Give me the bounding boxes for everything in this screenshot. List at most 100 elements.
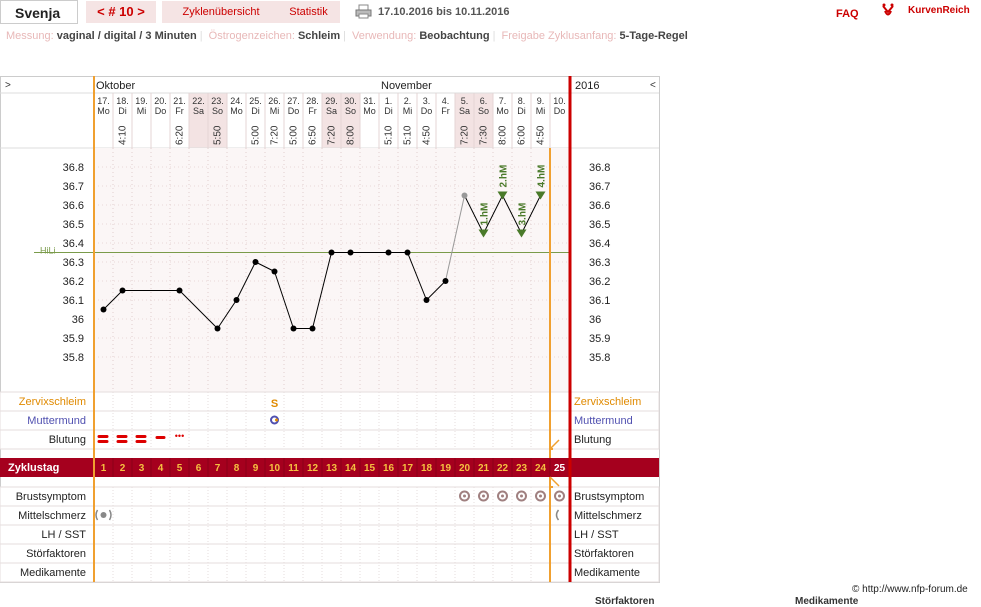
obs-row-label: LH / SST <box>41 529 86 541</box>
year-label: 2016 <box>575 80 599 92</box>
high-mark-label: 3.hM <box>518 203 529 226</box>
breast-symptom-dot-icon <box>463 494 466 498</box>
y-tick-left: 36 <box>72 314 84 326</box>
obs-row-label-right: Blutung <box>574 434 611 446</box>
day-weekday: Do <box>421 106 433 116</box>
obs-row <box>0 410 660 431</box>
obs-row-label: Zervixschleim <box>19 396 86 408</box>
breast-symptom-dot-icon <box>558 494 561 498</box>
day-date: 7. <box>499 96 507 106</box>
obs-row-label: Mittelschmerz <box>18 510 86 522</box>
cycle-day-number: 17 <box>402 463 414 474</box>
day-weekday: Sa <box>326 106 337 116</box>
day-weekday: Di <box>118 106 127 116</box>
measure-time: 6:20 <box>175 125 186 145</box>
cycle-day-number: 13 <box>326 463 338 474</box>
cycle-day-number: 25 <box>554 463 566 474</box>
y-tick-left: 36.5 <box>63 219 84 231</box>
copyright: © http://www.nfp-forum.de <box>852 584 968 595</box>
measure-time: 7:20 <box>460 125 471 145</box>
cycle-day-number: 6 <box>196 463 202 474</box>
day-date: 27. <box>287 96 300 106</box>
temp-point <box>176 287 183 294</box>
y-tick-left: 35.8 <box>63 352 84 364</box>
breast-symptom-dot-icon <box>539 494 542 498</box>
obs-row <box>0 391 660 412</box>
day-weekday: Do <box>155 106 167 116</box>
day-date: 2. <box>404 96 412 106</box>
cycle-day-number: 18 <box>421 463 433 474</box>
temp-point <box>252 259 259 265</box>
y-tick-right: 35.8 <box>589 352 610 364</box>
day-weekday: Mo <box>97 106 110 116</box>
day-date: 5. <box>461 96 469 106</box>
bleeding-medium-icon <box>155 436 166 439</box>
cycle-day-number: 21 <box>478 463 490 474</box>
day-weekday: Mo <box>496 106 509 116</box>
cycle-day-number: 12 <box>307 463 319 474</box>
breast-symptom-dot-icon <box>501 494 504 498</box>
measure-time: 5:50 <box>213 125 224 145</box>
month-label: November <box>381 80 432 92</box>
temp-point <box>461 192 468 199</box>
day-date: 8. <box>518 96 526 106</box>
day-date: 28. <box>306 96 319 106</box>
temp-point <box>347 249 354 256</box>
high-mark-label: 4.hM <box>537 165 548 188</box>
day-date: 19. <box>135 96 148 106</box>
cycle-day-number: 14 <box>345 463 357 474</box>
y-tick-right: 36.2 <box>589 276 610 288</box>
y-tick-left: 36.3 <box>63 257 84 269</box>
breast-symptom-dot-icon <box>482 494 485 498</box>
midpain-icon <box>100 512 107 518</box>
obs-row-label-right: Zervixschleim <box>574 396 641 408</box>
day-weekday: Do <box>288 106 300 116</box>
measure-time: 6:00 <box>517 125 528 145</box>
day-date: 30. <box>344 96 357 106</box>
temp-point <box>309 325 316 332</box>
day-date: 22. <box>192 96 205 106</box>
y-tick-right: 36.6 <box>589 200 610 212</box>
obs-row-label-right: Mittelschmerz <box>574 510 642 522</box>
day-date: 3. <box>423 96 431 106</box>
cycle-day-number: 8 <box>234 463 240 474</box>
day-date: 26. <box>268 96 281 106</box>
day-date: 4. <box>442 96 450 106</box>
cycle-day-number: 11 <box>288 463 299 474</box>
cycle-day-number: 3 <box>139 463 145 474</box>
temp-point <box>214 325 221 332</box>
cover-line-label: HiLi <box>40 246 56 256</box>
obs-row-label: Störfaktoren <box>26 548 86 560</box>
bleeding-heavy-icon <box>116 440 128 443</box>
day-weekday: Do <box>554 106 566 116</box>
high-mark-label: 2.hM <box>499 165 510 188</box>
measure-time: 7:20 <box>327 125 338 145</box>
obs-row <box>0 505 660 526</box>
day-weekday: So <box>478 106 489 116</box>
y-tick-left: 36.7 <box>63 181 84 193</box>
cycle-day-number: 23 <box>516 463 528 474</box>
temp-point <box>423 297 430 303</box>
day-date: 23. <box>211 96 224 106</box>
day-weekday: So <box>212 106 223 116</box>
y-tick-right: 36.4 <box>589 238 610 250</box>
cycle-day-label: Zyklustag <box>8 462 59 474</box>
day-weekday: Fr <box>308 106 317 116</box>
cycle-day-number: 7 <box>215 463 221 474</box>
measure-time: 7:30 <box>479 125 490 145</box>
y-tick-left: 36.8 <box>63 162 84 174</box>
month-label: Oktober <box>96 80 135 92</box>
obs-row-label: Brustsymptom <box>16 491 86 503</box>
day-date: 18. <box>116 96 129 106</box>
obs-row-label-right: Brustsymptom <box>574 491 644 503</box>
y-tick-right: 36.8 <box>589 162 610 174</box>
cycle-day-number: 1 <box>101 463 107 474</box>
measure-time: 7:20 <box>270 125 281 145</box>
measure-time: 8:00 <box>498 125 509 145</box>
day-date: 9. <box>537 96 545 106</box>
obs-row <box>0 429 660 450</box>
y-tick-left: 36.6 <box>63 200 84 212</box>
cycle-day-number: 4 <box>158 463 164 474</box>
high-mark-label: 1.hM <box>480 203 491 226</box>
bleeding-spotting-icon: ••• <box>175 431 184 441</box>
